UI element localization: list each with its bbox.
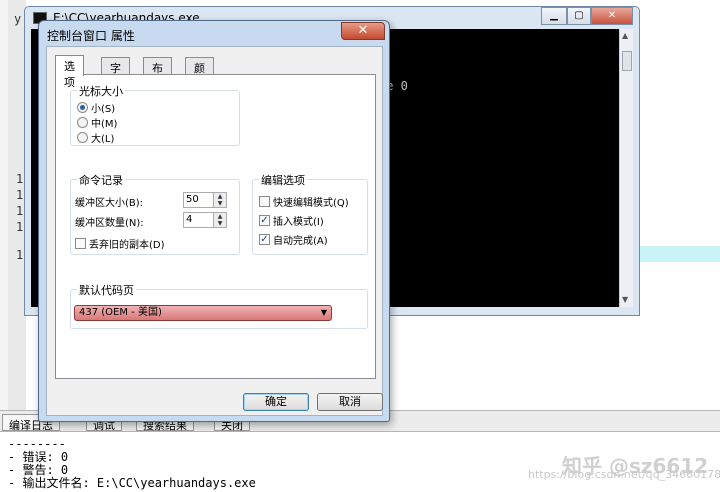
radio-medium[interactable] [77, 117, 88, 128]
ok-button[interactable]: 确定 [243, 393, 309, 411]
dialog-client: 选项 字体 布局 颜色 光标大小 小(S) 中(M) 大(L) [46, 46, 383, 416]
radio-large[interactable] [77, 132, 88, 143]
option-label: 小(S) [91, 104, 116, 115]
stepper-buttons[interactable]: ▲ ▼ [213, 213, 226, 227]
auto-complete-option[interactable]: ✓ 自动完成(A) [259, 232, 328, 247]
cursor-medium-option[interactable]: 中(M) [77, 115, 117, 130]
auto-complete-checkbox[interactable]: ✓ [259, 234, 270, 245]
edit-options-group: 编辑选项 快速编辑模式(Q) ✓ 插入模式(I) ✓ 自动完成(A) [252, 172, 368, 255]
chevron-down-icon[interactable]: ▼ [321, 306, 327, 320]
gutter-char: 1 [16, 172, 24, 186]
command-history-group: 命令记录 缓冲区大小(B): 50 ▲ ▼ 缓冲区数量(N): 4 ▲ ▼ 丢弃旧的… [70, 172, 240, 255]
buffer-count-stepper[interactable]: 4 ▲ ▼ [183, 212, 227, 228]
dialog-close-button[interactable]: ✕ [341, 22, 385, 40]
scroll-up-icon[interactable]: ▲ [622, 31, 628, 40]
buffer-size-value[interactable]: 50 [186, 194, 199, 205]
spin-down-icon: ▼ [217, 220, 223, 227]
codepage-value: 437 (OEM - 美国) [79, 307, 162, 318]
editor-gutter: y 1 1 1 1 1 [0, 0, 26, 410]
cursor-small-option[interactable]: 小(S) [77, 100, 115, 115]
option-label: 中(M) [91, 119, 118, 130]
console-scrollbar[interactable]: ▲ ▼ [619, 29, 633, 307]
scroll-thumb[interactable] [622, 51, 632, 71]
cursor-size-label: 光标大小 [77, 83, 125, 99]
checkbox-label: 丢弃旧的副本(D) [89, 240, 165, 251]
gutter-char: 1 [16, 248, 24, 262]
edit-options-label: 编辑选项 [259, 172, 307, 188]
maximize-button[interactable]: ▢ [567, 7, 591, 25]
tab-layout[interactable]: 布局 [143, 57, 172, 91]
stepper-buttons[interactable]: ▲ ▼ [213, 193, 226, 207]
dialog-title: 控制台窗口 属性 [47, 29, 135, 43]
discard-checkbox[interactable] [75, 238, 86, 249]
highlighted-line [636, 246, 720, 262]
gutter-char: 1 [16, 188, 24, 202]
console-properties-dialog: 控制台窗口 属性 ✕ 选项 字体 布局 颜色 光标大小 小(S) 中(M) [38, 20, 390, 422]
checkbox-label: 快速编辑模式(Q) [273, 198, 349, 209]
radio-small[interactable] [77, 102, 88, 113]
scroll-down-icon[interactable]: ▼ [622, 295, 628, 304]
command-history-label: 命令记录 [77, 172, 125, 188]
spin-down-icon: ▼ [217, 200, 223, 207]
codepage-label: 默认代码页 [77, 282, 136, 298]
cursor-size-group: 光标大小 小(S) 中(M) 大(L) [70, 83, 240, 146]
spin-up-icon: ▲ [217, 213, 223, 220]
spin-up-icon: ▲ [217, 193, 223, 200]
checkbox-label: 自动完成(A) [273, 236, 328, 247]
option-label: 大(L) [91, 134, 115, 145]
tab-options[interactable]: 选项 [55, 55, 84, 89]
insert-mode-option[interactable]: ✓ 插入模式(I) [259, 213, 324, 228]
tab-colors[interactable]: 颜色 [185, 57, 214, 91]
buffer-count-value[interactable]: 4 [186, 214, 192, 225]
console-close-button[interactable]: ✕ [591, 7, 633, 25]
minimize-button[interactable]: ▁ [541, 7, 567, 25]
checkbox-label: 插入模式(I) [273, 217, 324, 228]
cancel-button[interactable]: 取消 [317, 393, 383, 411]
csdn-watermark: https://blog.csdn.net/qq_34660178 [528, 468, 720, 481]
editor-area[interactable] [640, 0, 720, 410]
tab-font[interactable]: 字体 [101, 57, 130, 91]
gutter-char: y [14, 12, 22, 26]
quick-edit-option[interactable]: 快速编辑模式(Q) [259, 194, 349, 209]
discard-old-duplicates[interactable]: 丢弃旧的副本(D) [75, 236, 165, 251]
cursor-large-option[interactable]: 大(L) [77, 130, 114, 145]
buffer-count-label: 缓冲区数量(N): [75, 218, 144, 229]
codepage-select[interactable]: 437 (OEM - 美国) ▼ [74, 305, 332, 321]
buffer-size-stepper[interactable]: 50 ▲ ▼ [183, 192, 227, 208]
gutter-char: 1 [16, 220, 24, 234]
options-panel: 光标大小 小(S) 中(M) 大(L) 命令记录 缓冲区大小(B): 50 ▲ … [55, 74, 376, 379]
buffer-size-label: 缓冲区大小(B): [75, 198, 144, 209]
gutter-char: 1 [16, 204, 24, 218]
insert-mode-checkbox[interactable]: ✓ [259, 215, 270, 226]
quick-edit-checkbox[interactable] [259, 196, 270, 207]
